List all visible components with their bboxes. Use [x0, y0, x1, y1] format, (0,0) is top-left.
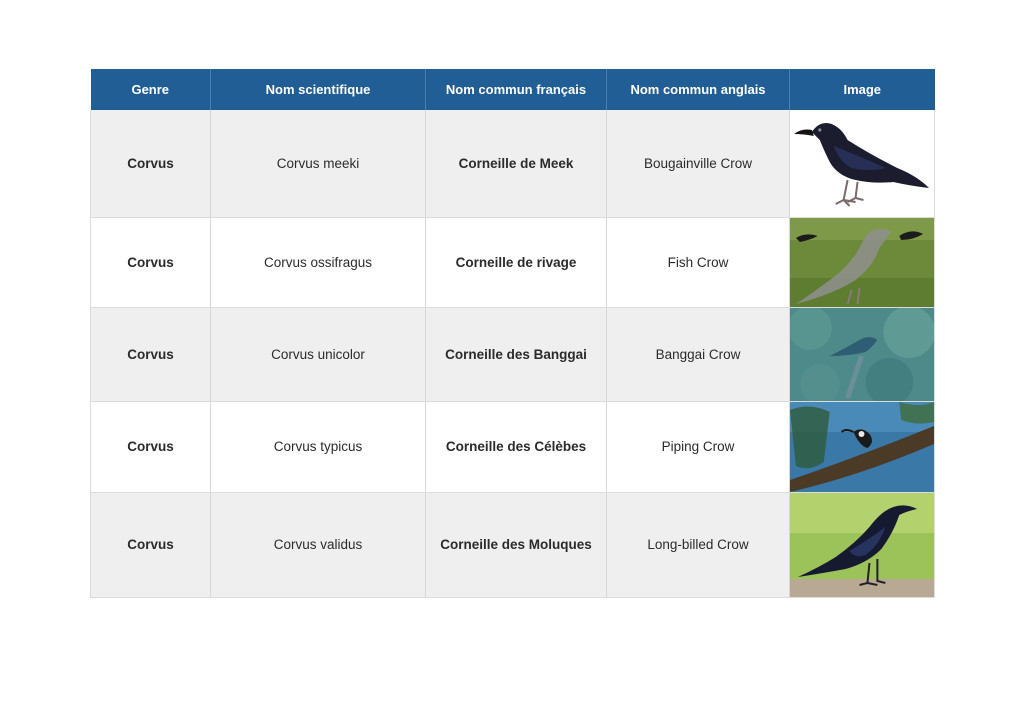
header-genre: Genre — [90, 69, 211, 110]
cell-english-name: Long-billed Crow — [606, 492, 790, 598]
header-french-name: Nom commun français — [425, 69, 607, 110]
header-english-name: Nom commun anglais — [606, 69, 790, 110]
cell-english-name: Bougainville Crow — [606, 110, 790, 218]
crow-photo-icon — [790, 217, 934, 307]
table-header-row: Genre Nom scientifique Nom commun frança… — [90, 69, 935, 110]
crow-photo-icon — [790, 492, 934, 597]
cell-genre: Corvus — [90, 217, 211, 308]
cell-image — [789, 492, 935, 598]
cell-scientific-name: Corvus unicolor — [210, 307, 426, 402]
table-row: Corvus Corvus meeki Corneille de Meek Bo… — [90, 110, 935, 218]
cell-genre: Corvus — [90, 401, 211, 493]
document-page: Genre Nom scientifique Nom commun frança… — [0, 0, 1024, 724]
table-row: Corvus Corvus validus Corneille des Molu… — [90, 492, 935, 598]
header-scientific-name: Nom scientifique — [210, 69, 426, 110]
cell-image — [789, 110, 935, 218]
table-row: Corvus Corvus unicolor Corneille des Ban… — [90, 307, 935, 402]
cell-genre: Corvus — [90, 110, 211, 218]
cell-scientific-name: Corvus typicus — [210, 401, 426, 493]
cell-genre: Corvus — [90, 307, 211, 402]
cell-scientific-name: Corvus validus — [210, 492, 426, 598]
cell-genre: Corvus — [90, 492, 211, 598]
cell-french-name: Corneille de rivage — [425, 217, 607, 308]
crow-photo-icon — [790, 401, 934, 492]
cell-image — [789, 307, 935, 402]
cell-image — [789, 217, 935, 308]
cell-scientific-name: Corvus meeki — [210, 110, 426, 218]
table-row: Corvus Corvus ossifragus Corneille de ri… — [90, 217, 935, 308]
cell-french-name: Corneille des Célèbes — [425, 401, 607, 493]
crow-illustration-icon — [790, 110, 934, 217]
cell-scientific-name: Corvus ossifragus — [210, 217, 426, 308]
species-table: Genre Nom scientifique Nom commun frança… — [90, 69, 935, 598]
header-image: Image — [789, 69, 935, 110]
cell-french-name: Corneille des Banggai — [425, 307, 607, 402]
cell-english-name: Piping Crow — [606, 401, 790, 493]
table-row: Corvus Corvus typicus Corneille des Célè… — [90, 401, 935, 493]
cell-french-name: Corneille des Moluques — [425, 492, 607, 598]
cell-french-name: Corneille de Meek — [425, 110, 607, 218]
cell-english-name: Fish Crow — [606, 217, 790, 308]
cell-english-name: Banggai Crow — [606, 307, 790, 402]
crow-photo-icon — [790, 307, 934, 401]
cell-image — [789, 401, 935, 493]
